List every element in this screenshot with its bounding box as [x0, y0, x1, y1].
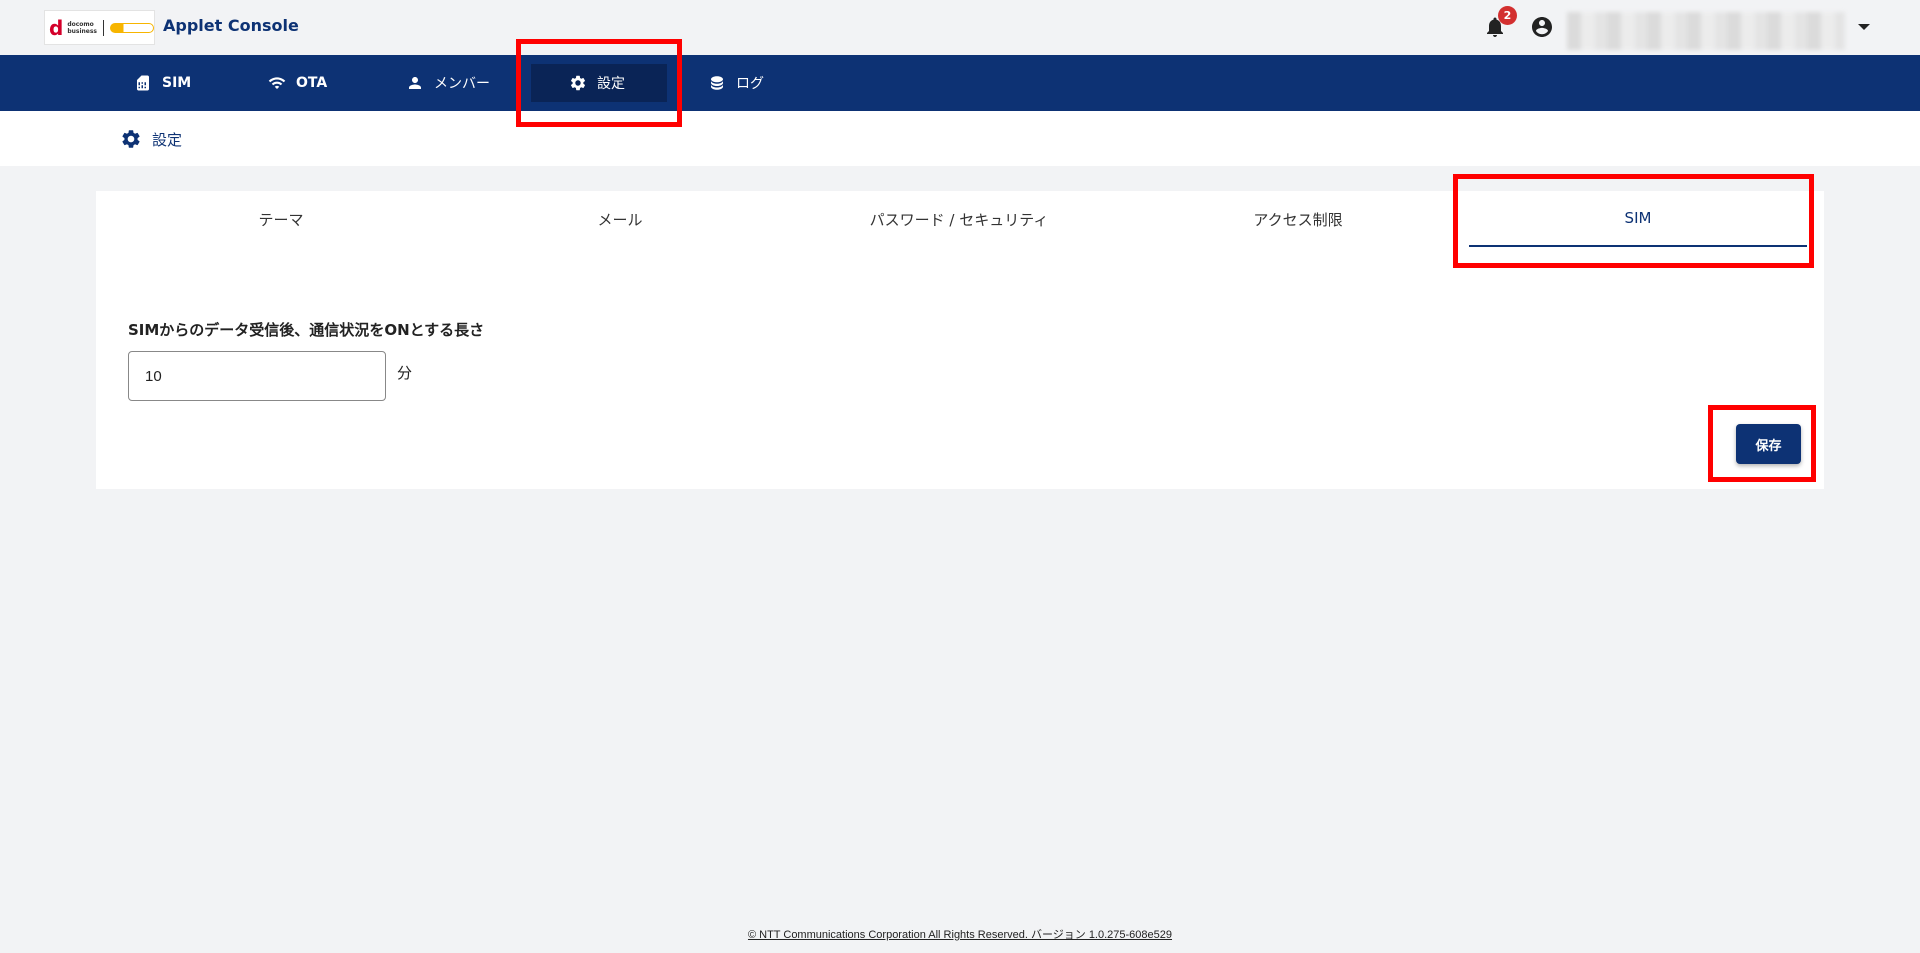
nav-item-log[interactable]: ログ	[694, 64, 778, 102]
gear-icon	[122, 130, 140, 148]
wifi-icon	[268, 77, 286, 89]
tab-sim[interactable]: SIM	[1469, 191, 1807, 247]
tab-access-restriction[interactable]: アクセス制限	[1129, 191, 1467, 247]
brand-logo[interactable]: d docomo business	[44, 10, 155, 45]
chevron-down-icon[interactable]	[1858, 24, 1870, 30]
duration-input[interactable]: 10	[128, 351, 386, 401]
top-header: d docomo business Applet Console 2	[0, 0, 1920, 55]
user-name-blurred[interactable]	[1567, 12, 1845, 50]
logo-text-line2: business	[67, 27, 98, 35]
ntt-logo	[110, 22, 155, 33]
logo-text-line1: docomo	[67, 20, 94, 28]
breadcrumb: 設定	[120, 128, 182, 150]
unit-label: 分	[397, 364, 413, 382]
tab-mail[interactable]: メール	[451, 191, 789, 247]
breadcrumb-bar: 設定	[0, 111, 1920, 166]
database-icon	[711, 76, 723, 90]
person-icon	[409, 77, 421, 89]
settings-card: テーマ メール パスワード / セキュリティ アクセス制限 SIM SIMからの…	[96, 191, 1824, 489]
nav-item-label: OTA	[296, 75, 328, 91]
nav-item-label: ログ	[736, 76, 764, 92]
logo-text: docomo business	[67, 21, 97, 35]
logo-separator	[103, 19, 105, 36]
notification-badge: 2	[1498, 6, 1517, 25]
tab-password-security[interactable]: パスワード / セキュリティ	[790, 191, 1128, 247]
nav-item-ota[interactable]: OTA	[254, 64, 341, 102]
field-label: SIMからのデータ受信後、通信状況をONとする長さ	[128, 321, 485, 339]
tab-theme[interactable]: テーマ	[112, 191, 450, 247]
footer-copyright[interactable]: © NTT Communications Corporation All Rig…	[0, 926, 1920, 942]
main-nav: SIM OTA メンバー 設定 ログ	[0, 55, 1920, 111]
docomo-d-logo: d	[49, 15, 64, 40]
account-circle-icon[interactable]	[1530, 15, 1554, 39]
nav-item-settings[interactable]: 設定	[531, 64, 667, 102]
page-title: 設定	[152, 130, 183, 149]
sim-card-icon	[137, 75, 149, 91]
gear-icon	[570, 75, 586, 91]
app-title: Applet Console	[163, 16, 299, 35]
save-button[interactable]: 保存	[1736, 424, 1801, 464]
nav-item-label: メンバー	[434, 76, 490, 92]
nav-item-sim[interactable]: SIM	[120, 64, 205, 102]
nav-item-members[interactable]: メンバー	[392, 64, 504, 102]
nav-item-label: SIM	[162, 75, 192, 91]
nav-item-label: 設定	[597, 76, 625, 92]
